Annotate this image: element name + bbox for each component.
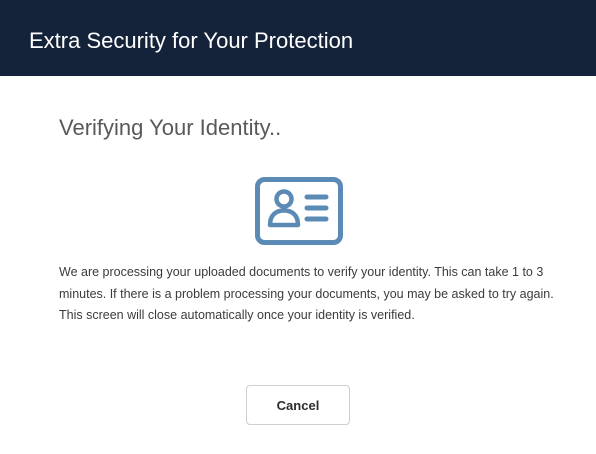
- page-title: Verifying Your Identity..: [59, 115, 282, 140]
- dialog-header-title: Extra Security for Your Protection: [29, 28, 354, 53]
- cancel-button[interactable]: Cancel: [246, 385, 350, 425]
- verification-message: We are processing your uploaded document…: [59, 265, 554, 322]
- dialog-header: Extra Security for Your Protection: [0, 0, 596, 76]
- id-card-icon: [255, 177, 343, 245]
- verification-dialog: Extra Security for Your Protection Verif…: [0, 0, 596, 454]
